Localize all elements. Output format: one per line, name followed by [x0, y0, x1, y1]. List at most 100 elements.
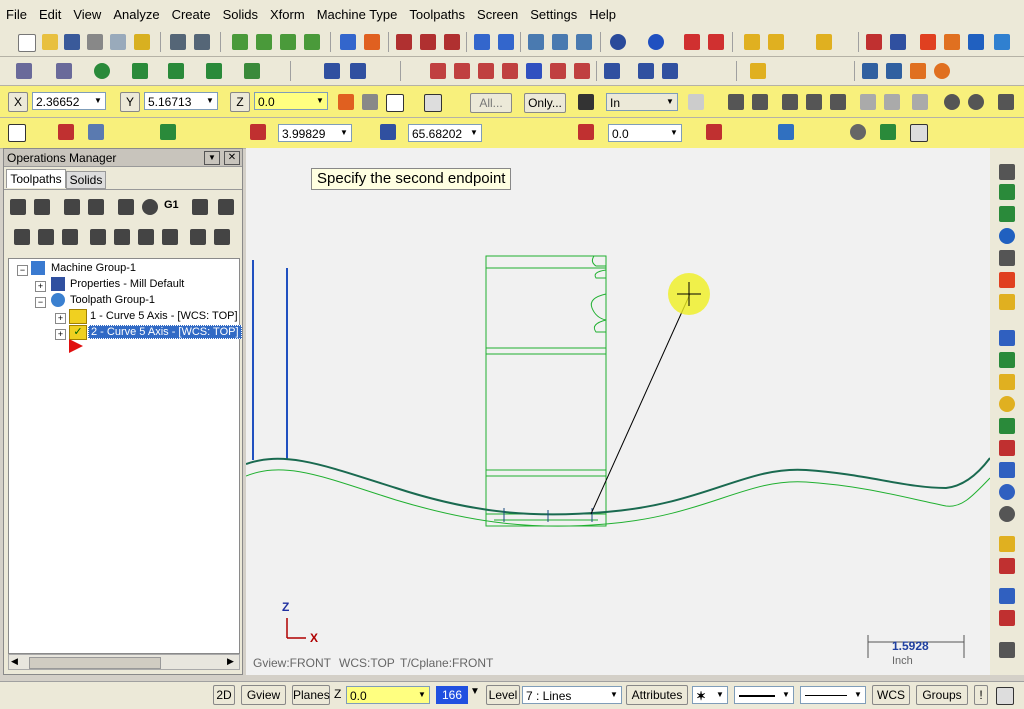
planes-button[interactable]: Planes — [292, 685, 330, 705]
vector-select-icon[interactable] — [806, 94, 822, 110]
tab-solids[interactable]: Solids — [66, 171, 106, 189]
help-button[interactable]: ! — [974, 685, 988, 705]
zoom-out-icon[interactable] — [444, 34, 460, 50]
analyze-icon[interactable] — [816, 34, 832, 50]
geometry-view[interactable] — [246, 148, 990, 675]
menu-settings[interactable]: Settings — [524, 7, 583, 22]
area-select-icon[interactable] — [830, 94, 846, 110]
transform-icon[interactable] — [994, 34, 1010, 50]
add-point-icon[interactable] — [999, 352, 1015, 368]
select-only-button[interactable]: Only... — [524, 93, 566, 113]
ops-dropdown-icon[interactable]: ▼ — [204, 151, 220, 165]
redo-icon[interactable] — [194, 34, 210, 50]
wireframe-sphere-icon[interactable] — [610, 34, 626, 50]
tab-toolpaths[interactable]: Toolpaths — [6, 169, 66, 188]
ribbon-help-icon[interactable] — [910, 124, 928, 142]
mesh-icon[interactable] — [999, 610, 1015, 626]
unzoom-icon[interactable] — [498, 34, 514, 50]
wcs-button[interactable]: WCS — [872, 685, 910, 705]
toolpath-verify-icon[interactable] — [528, 34, 544, 50]
toolpath-backplot-icon[interactable] — [552, 34, 568, 50]
menu-create[interactable]: Create — [166, 7, 217, 22]
backplot-ops-icon[interactable] — [118, 199, 134, 215]
globe-icon[interactable] — [999, 228, 1015, 244]
line-endpoint-icon[interactable] — [8, 124, 26, 142]
tree-item-machine-group[interactable]: Machine Group-1 — [51, 262, 136, 274]
move-up-icon[interactable] — [114, 229, 130, 245]
edge-select-icon[interactable] — [912, 94, 928, 110]
help-ops-icon[interactable] — [214, 229, 230, 245]
xform-offset-icon[interactable] — [526, 63, 542, 79]
z-depth-input[interactable]: 0.0 ▼ — [346, 686, 430, 704]
menu-screen[interactable]: Screen — [471, 7, 524, 22]
layer-icon[interactable] — [999, 588, 1015, 604]
menu-machine-type[interactable]: Machine Type — [311, 7, 404, 22]
line-style-dropdown[interactable]: ▼ — [734, 686, 794, 704]
pencil-icon[interactable] — [999, 294, 1015, 310]
surface-icon[interactable] — [324, 63, 340, 79]
spline-tool-icon[interactable] — [999, 374, 1015, 390]
menu-edit[interactable]: Edit — [33, 7, 67, 22]
angle-input[interactable]: 65.68202 ▼ — [408, 124, 482, 142]
edit-op-icon[interactable] — [218, 199, 234, 215]
z-coord-button[interactable]: Z — [230, 92, 250, 112]
save-icon[interactable] — [64, 34, 80, 50]
line-width-dropdown[interactable]: ▼ — [800, 686, 866, 704]
xform-rotate-icon[interactable] — [454, 63, 470, 79]
scroll-right-icon[interactable]: ▶ — [227, 656, 234, 667]
color-icon[interactable] — [999, 558, 1015, 574]
expand-icon[interactable]: + — [55, 313, 66, 324]
line-tool-icon[interactable] — [999, 164, 1015, 180]
tree-item-toolpath-group[interactable]: Toolpath Group-1 — [70, 294, 155, 306]
drill-icon[interactable] — [604, 63, 620, 79]
ok-icon[interactable] — [880, 124, 896, 140]
menu-analyze[interactable]: Analyze — [107, 7, 165, 22]
move-down-icon[interactable] — [90, 229, 106, 245]
attributes-button[interactable]: Attributes — [626, 685, 688, 705]
x-coord-button[interactable]: X — [8, 92, 28, 112]
fit-icon[interactable] — [364, 34, 380, 50]
point-style-dropdown[interactable]: ✶ ▼ — [692, 686, 728, 704]
z-coord-input[interactable]: 0.0 ▼ — [254, 92, 328, 110]
fast-point-icon[interactable] — [338, 94, 354, 110]
new-file-icon[interactable] — [18, 34, 36, 52]
pan-icon[interactable] — [340, 34, 356, 50]
level-dropdown[interactable]: 7 : Lines ▼ — [522, 686, 622, 704]
level-button[interactable]: Level — [486, 685, 520, 705]
solid-select-icon[interactable] — [860, 94, 876, 110]
chain-select-icon[interactable] — [688, 94, 704, 110]
fillet-icon[interactable] — [168, 63, 184, 79]
gview-button[interactable]: Gview — [241, 685, 286, 705]
view-top-icon[interactable] — [256, 34, 272, 50]
snap-icon[interactable] — [362, 94, 378, 110]
insert-arrow-icon[interactable] — [138, 229, 154, 245]
close-icon[interactable]: ✕ — [224, 151, 240, 165]
post-icon[interactable] — [910, 63, 926, 79]
arrow-tool-icon[interactable] — [999, 642, 1015, 658]
crosshair-icon[interactable] — [386, 94, 404, 112]
edit-point-1-icon[interactable] — [58, 124, 74, 140]
xform-translate-icon[interactable] — [430, 63, 446, 79]
frame-icon[interactable] — [999, 440, 1015, 456]
surface-tool-icon[interactable] — [999, 330, 1015, 346]
length-input[interactable]: 3.99829 ▼ — [278, 124, 352, 142]
graphics-window[interactable]: Specify the second endpoint Z X Gview:FR… — [246, 148, 990, 675]
y-coord-button[interactable]: Y — [120, 92, 140, 112]
xform-roll-icon[interactable] — [574, 63, 590, 79]
measure-icon[interactable] — [999, 250, 1015, 266]
tree-item-properties[interactable]: Properties - Mill Default — [70, 278, 184, 290]
shaded-sphere-icon[interactable] — [648, 34, 664, 50]
select-dirty-ops-icon[interactable] — [34, 199, 50, 215]
vertical-icon[interactable] — [578, 124, 594, 140]
pocket-icon[interactable] — [662, 63, 678, 79]
cancel-circle-icon[interactable] — [999, 506, 1015, 522]
edit-point-2-icon[interactable] — [88, 124, 104, 140]
toggle-post-icon[interactable] — [62, 229, 78, 245]
menu-view[interactable]: View — [67, 7, 107, 22]
lock-icon[interactable] — [14, 229, 30, 245]
tree-item-op-1[interactable]: 1 - Curve 5 Axis - [WCS: TOP] — [90, 310, 238, 322]
point-icon[interactable] — [132, 63, 148, 79]
face-select-icon[interactable] — [884, 94, 900, 110]
sum-icon[interactable] — [968, 34, 984, 50]
view-side-icon[interactable] — [304, 34, 320, 50]
